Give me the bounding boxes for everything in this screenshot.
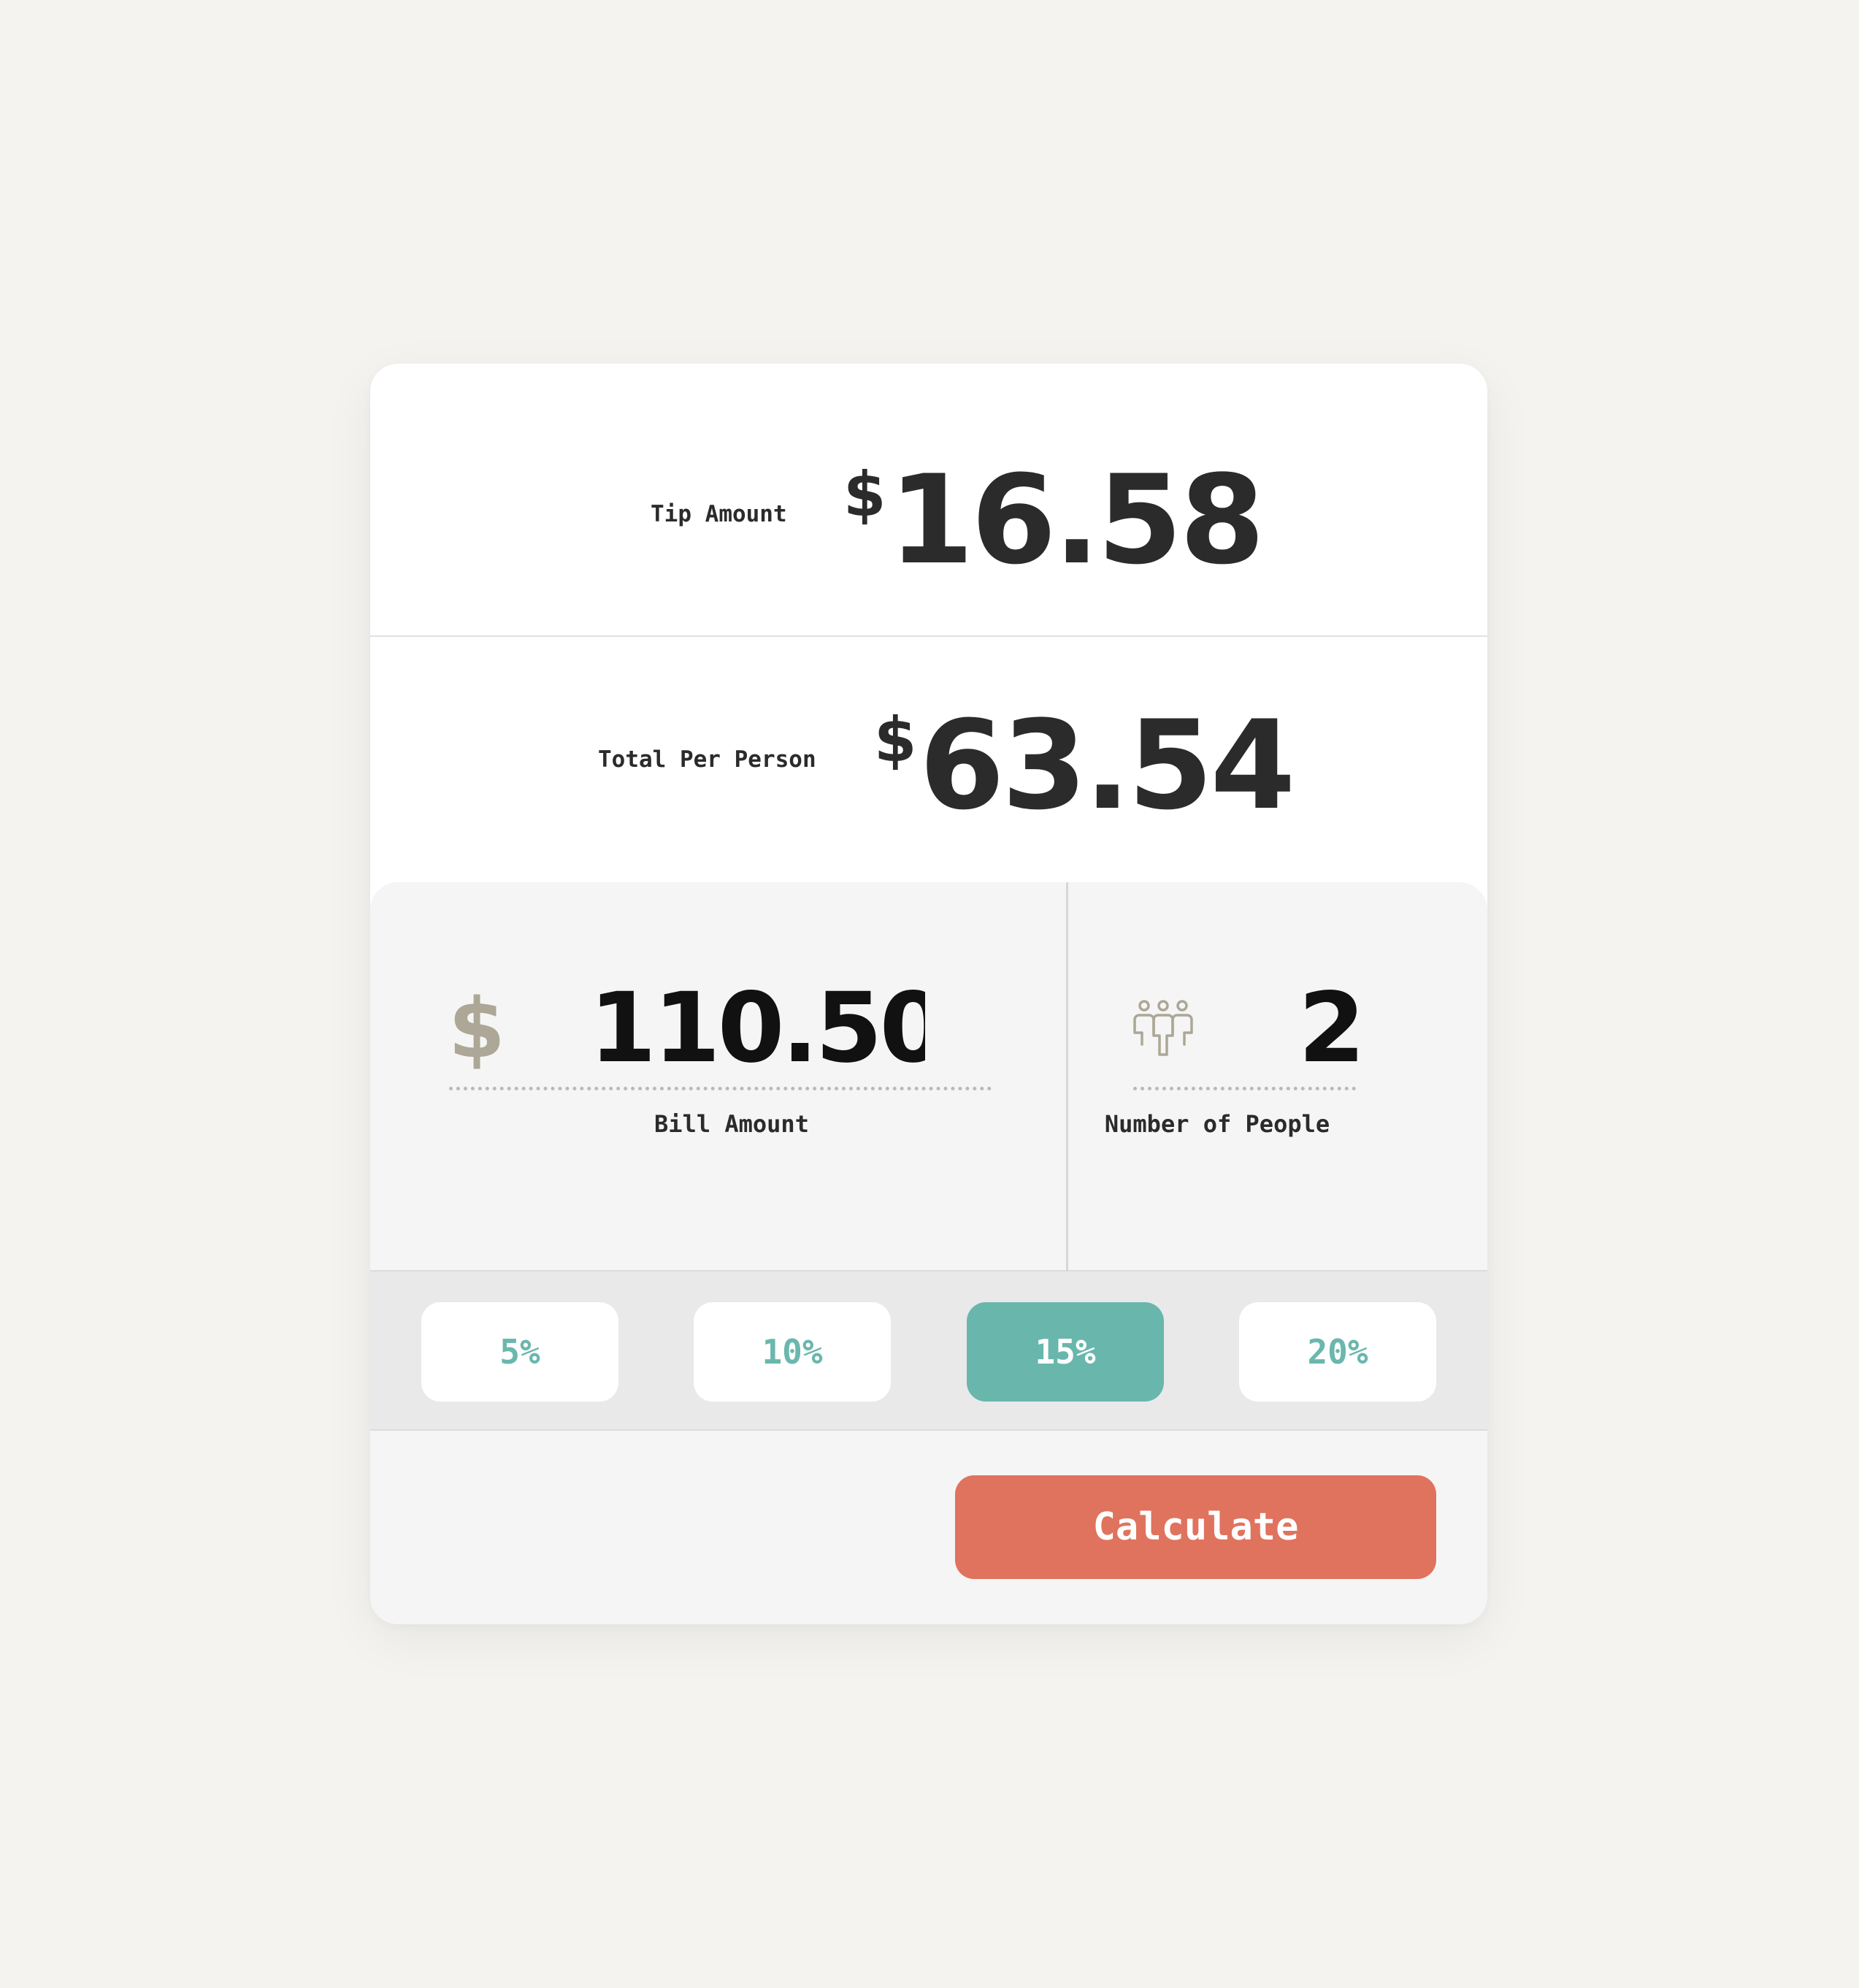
tip-amount-row: Tip Amount $ 16.58 [370, 364, 1487, 637]
tip-amount-number: 16.58 [889, 448, 1265, 592]
tip-amount-value: $ 16.58 [843, 459, 1265, 583]
footer-bar: Calculate [370, 1431, 1487, 1624]
number-of-people-input[interactable] [1243, 977, 1418, 1079]
tip-currency-symbol: $ [843, 459, 886, 530]
tip-5-percent-button[interactable]: 5% [421, 1302, 618, 1402]
people-icon [1133, 1000, 1193, 1056]
total-currency-symbol: $ [874, 704, 917, 776]
tip-20-percent-button[interactable]: 20% [1239, 1302, 1436, 1402]
dollar-sign-icon: $ [448, 982, 505, 1077]
inputs-divider [1066, 882, 1068, 1272]
tip-amount-label: Tip Amount [651, 501, 787, 527]
bill-amount-label: Bill Amount [654, 1110, 809, 1138]
bill-amount-input[interactable] [589, 977, 925, 1079]
number-of-people-label: Number of People [1104, 1110, 1330, 1138]
total-per-person-label: Total Per Person [598, 746, 816, 773]
bill-amount-underline [449, 1087, 992, 1090]
tip-percentage-options: 5% 10% 15% 20% [370, 1272, 1487, 1431]
tip-10-percent-button[interactable]: 10% [694, 1302, 891, 1402]
tip-15-percent-button[interactable]: 15% [967, 1302, 1164, 1402]
total-per-person-row: Total Per Person $ 63.54 [370, 637, 1487, 882]
total-per-person-value: $ 63.54 [874, 704, 1295, 828]
inputs-panel: $ Bill Amount Number of People [370, 882, 1487, 1272]
total-per-person-number: 63.54 [919, 694, 1295, 837]
number-of-people-underline [1133, 1087, 1356, 1090]
tip-calculator-card: Tip Amount $ 16.58 Total Per Person $ 63… [370, 364, 1487, 1624]
calculate-button[interactable]: Calculate [955, 1475, 1436, 1579]
